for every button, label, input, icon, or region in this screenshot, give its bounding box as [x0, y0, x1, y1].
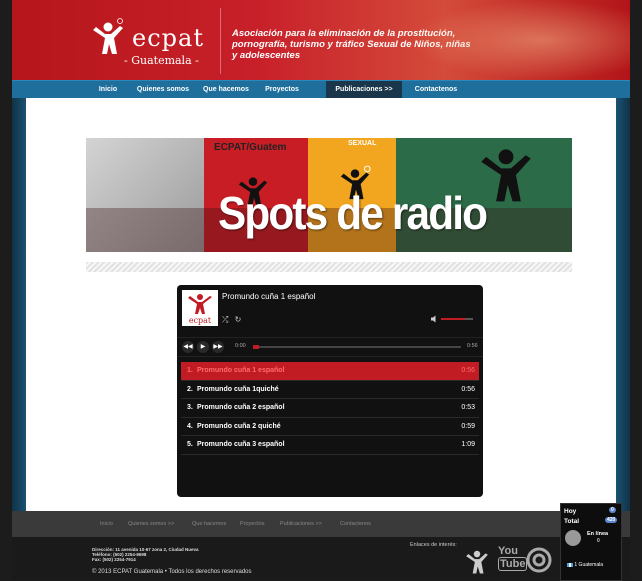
footer-link-proyectos[interactable]: Proyectos: [240, 511, 264, 537]
previous-button[interactable]: ◀◀: [182, 341, 194, 353]
nav-item-contactenos[interactable]: Contactenos: [408, 81, 464, 99]
footer-link-publicaciones[interactable]: Publicaciones >>: [280, 511, 322, 537]
header-divider: [220, 8, 221, 74]
track-number: 3.: [187, 404, 193, 411]
volume-control[interactable]: [431, 315, 477, 323]
track-name: Promundo cuña 1quiché: [197, 385, 279, 393]
track-name: Promundo cuña 2 quiché: [197, 422, 281, 430]
audio-player: ecpat Promundo cuña 1 español ⤮ ↻ ◀◀ ▶ ▶…: [177, 285, 483, 497]
volume-level: [441, 318, 465, 320]
hatch-divider: [86, 262, 572, 272]
volume-icon: [431, 315, 436, 323]
youtube-text-tube: Tube: [498, 557, 528, 571]
left-shade: [12, 98, 26, 511]
now-playing-title: Promundo cuña 1 español: [222, 292, 316, 301]
copyright: © 2013 ECPAT Guatemala • Todos los derec…: [92, 569, 252, 575]
progress-fill: [253, 345, 260, 349]
hoy-count: 0: [609, 507, 616, 513]
track-duration: 0:53: [461, 404, 475, 411]
footer-link-contactenos[interactable]: Contactenos: [340, 511, 371, 537]
main-nav: Inicio Quienes somos >> Que hacemos Proy…: [12, 80, 630, 111]
playlist-item[interactable]: 4. Promundo cuña 2 quiché 0:59: [181, 418, 479, 436]
footer-link-quienes-somos[interactable]: Quienes somos >>: [128, 511, 174, 537]
playlist-item[interactable]: 5. Promundo cuña 3 español 1:09: [181, 436, 479, 455]
target-social-icon[interactable]: [526, 547, 552, 573]
track-number: 1.: [187, 367, 193, 374]
track-name: Promundo cuña 1 español: [197, 367, 285, 374]
en-linea-label: En línea: [587, 531, 609, 537]
hoy-label: Hoy: [564, 508, 577, 515]
playlist-item[interactable]: 2. Promundo cuña 1quiché 0:56: [181, 381, 479, 399]
visitor-counter-widget: Hoy 0 Total 420 En línea 0 1 Guatemala: [560, 503, 622, 581]
country-entry: 1 Guatemala: [567, 562, 603, 568]
shuffle-icon[interactable]: ⤮: [222, 315, 228, 324]
nav-item-publicaciones[interactable]: Publicaciones >>: [326, 81, 402, 99]
footer-address: Dirección: 11 avenida 10-67 zona 2, Ciud…: [92, 547, 199, 562]
en-linea-count: 0: [597, 538, 600, 544]
banner-tag-ecpat: ECPAT/Guatem: [214, 142, 287, 153]
track-duration: 0:56: [461, 385, 475, 393]
footer-link-que-hacemos[interactable]: Que hacemos: [192, 511, 226, 537]
youtube-text: You: [498, 545, 518, 557]
total-time: 0:56: [467, 343, 478, 349]
track-name: Promundo cuña 2 español: [197, 404, 285, 411]
logo-wordmark: ecpat: [132, 24, 204, 52]
next-button[interactable]: ▶▶: [212, 341, 224, 353]
track-number: 5.: [187, 441, 193, 448]
footer-nav: Inicio Quienes somos >> Que hacemos Proy…: [12, 511, 630, 537]
track-duration: 0:56: [461, 367, 475, 374]
playlist-item[interactable]: 1. Promundo cuña 1 español 0:56: [181, 362, 479, 381]
cover-text: ecpat: [189, 316, 212, 325]
header-tagline: Asociación para la eliminación de la pro…: [232, 28, 471, 61]
right-shade: [616, 98, 630, 511]
playlist-item[interactable]: 3. Promundo cuña 2 español 0:53: [181, 399, 479, 418]
track-duration: 0:59: [461, 422, 475, 430]
child-figure-icon: [93, 18, 123, 54]
total-count: 420: [605, 517, 618, 523]
ecpat-cover-icon: ecpat: [188, 294, 212, 325]
banner-title: Spots de radio: [218, 187, 488, 239]
enlaces-label: Enlaces de interés:: [410, 542, 457, 548]
track-name: Promundo cuña 3 español: [197, 441, 285, 448]
shuffle-repeat-controls: ⤮ ↻: [222, 315, 241, 325]
progress-row: ◀◀ ▶ ▶▶ 0:00 0:56: [177, 337, 483, 357]
globe-icon: [565, 530, 581, 546]
banner-tag-sexual: SEXUAL: [348, 140, 377, 147]
ecpat-footer-logo-icon[interactable]: [464, 547, 490, 577]
flag-icon: [567, 562, 573, 567]
repeat-icon[interactable]: ↻: [235, 315, 242, 324]
track-number: 4.: [187, 422, 193, 430]
footer-link-inicio[interactable]: Inicio: [100, 511, 113, 537]
youtube-icon[interactable]: You Tube: [498, 545, 528, 571]
playlist: 1. Promundo cuña 1 español 0:56 2. Promu…: [181, 362, 479, 455]
album-cover: ecpat: [182, 290, 218, 326]
footer-info: Dirección: 11 avenida 10-67 zona 2, Ciud…: [12, 537, 630, 579]
current-time: 0:00: [235, 343, 246, 349]
track-number: 2.: [187, 385, 193, 393]
nav-item-que-hacemos[interactable]: Que hacemos: [200, 81, 252, 99]
site-header: ecpat - Guatemala - Asociación para la e…: [12, 0, 630, 80]
track-duration: 1:09: [461, 441, 475, 448]
fax-line: Fax: (502) 2254-7914: [92, 557, 136, 562]
nav-item-quienes-somos[interactable]: Quienes somos >>: [132, 81, 194, 111]
logo-subtitle: - Guatemala -: [124, 54, 199, 67]
play-button[interactable]: ▶: [197, 341, 209, 353]
spots-banner: ECPAT/Guatem SEXUAL Spots de radio: [86, 138, 572, 252]
nav-item-inicio[interactable]: Inicio: [90, 81, 126, 99]
total-label: Total: [564, 518, 580, 525]
nav-item-proyectos[interactable]: Proyectos: [258, 81, 306, 99]
progress-bar[interactable]: [253, 345, 461, 349]
ecpat-logo[interactable]: ecpat - Guatemala -: [90, 14, 220, 74]
country-name: 1 Guatemala: [574, 562, 604, 568]
